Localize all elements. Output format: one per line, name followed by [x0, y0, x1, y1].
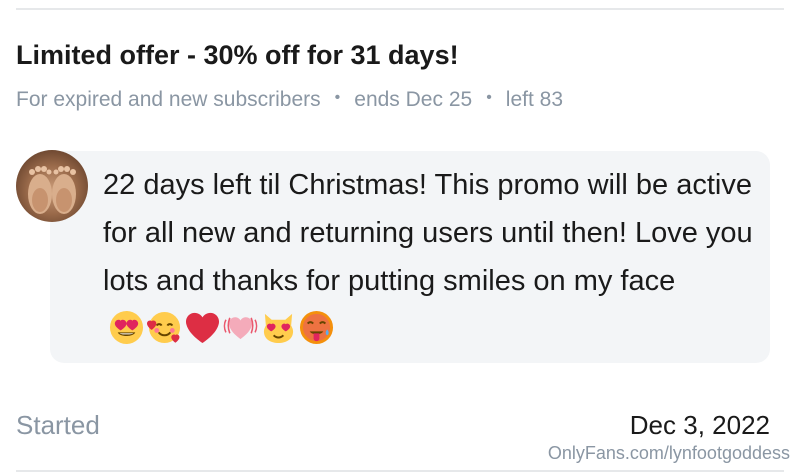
emoji-row — [109, 310, 334, 345]
bottom-divider — [16, 470, 784, 472]
avatar[interactable] — [16, 150, 88, 222]
message-body: 22 days left til Christmas! This promo w… — [103, 161, 753, 353]
promo-audience: For expired and new subscribers — [16, 88, 321, 111]
cat-heart-eyes-emoji-icon — [261, 310, 296, 345]
message-text: 22 days left til Christmas! This promo w… — [103, 169, 753, 297]
started-date: Dec 3, 2022 — [629, 410, 770, 440]
watermark: OnlyFans.com/lynfootgoddess — [547, 443, 790, 463]
promo-card: Limited offer - 30% off for 31 days! For… — [0, 0, 800, 474]
hot-face-emoji-icon — [299, 310, 334, 345]
heart-eyes-emoji-icon — [109, 310, 144, 345]
promo-ends: ends Dec 25 — [354, 88, 473, 111]
meta-separator: • — [334, 89, 341, 106]
pink-heart-emoji-icon — [223, 310, 258, 345]
promo-meta: For expired and new subscribers • ends D… — [16, 88, 563, 112]
promo-title: Limited offer - 30% off for 31 days! — [16, 40, 459, 70]
red-heart-emoji-icon — [185, 310, 220, 345]
promo-left: left 83 — [505, 88, 564, 111]
started-label: Started — [16, 410, 100, 440]
top-divider — [16, 8, 784, 10]
meta-separator: • — [486, 89, 492, 106]
smiling-hearts-emoji-icon — [147, 310, 182, 345]
